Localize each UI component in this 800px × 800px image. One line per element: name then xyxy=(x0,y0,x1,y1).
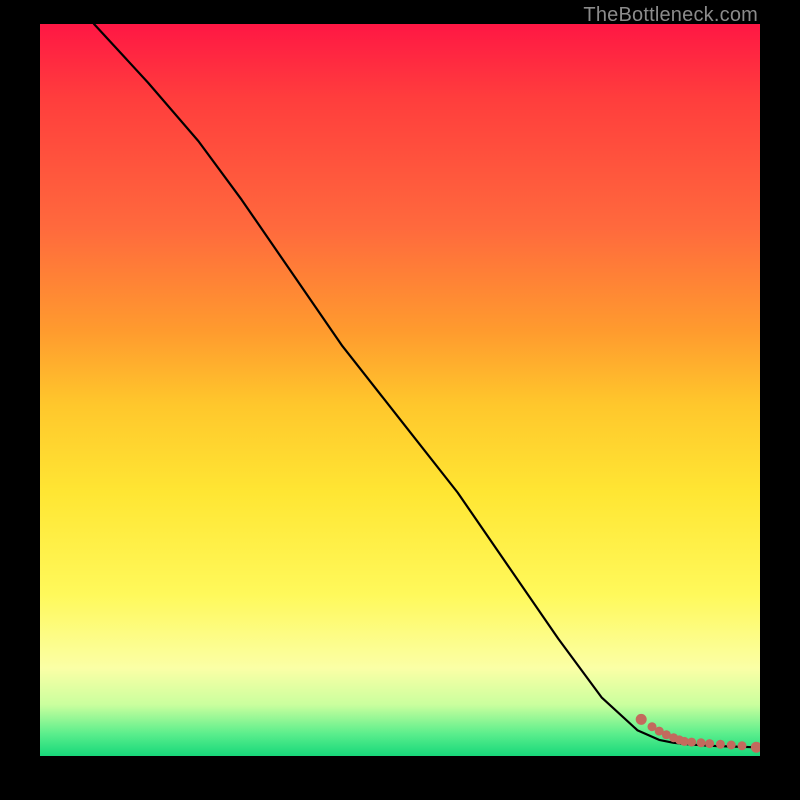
scatter-point xyxy=(705,739,714,748)
scatter-point xyxy=(636,714,647,725)
chart-frame: TheBottleneck.com xyxy=(0,0,800,800)
scatter-point xyxy=(716,740,725,749)
scatter-point xyxy=(751,742,760,753)
scatter-points xyxy=(636,714,760,753)
scatter-point xyxy=(697,738,706,747)
scatter-point xyxy=(738,741,747,750)
scatter-point xyxy=(687,738,696,747)
plot-area xyxy=(40,24,760,756)
main-curve xyxy=(94,24,753,747)
scatter-point xyxy=(727,741,736,750)
chart-overlay xyxy=(40,24,760,756)
